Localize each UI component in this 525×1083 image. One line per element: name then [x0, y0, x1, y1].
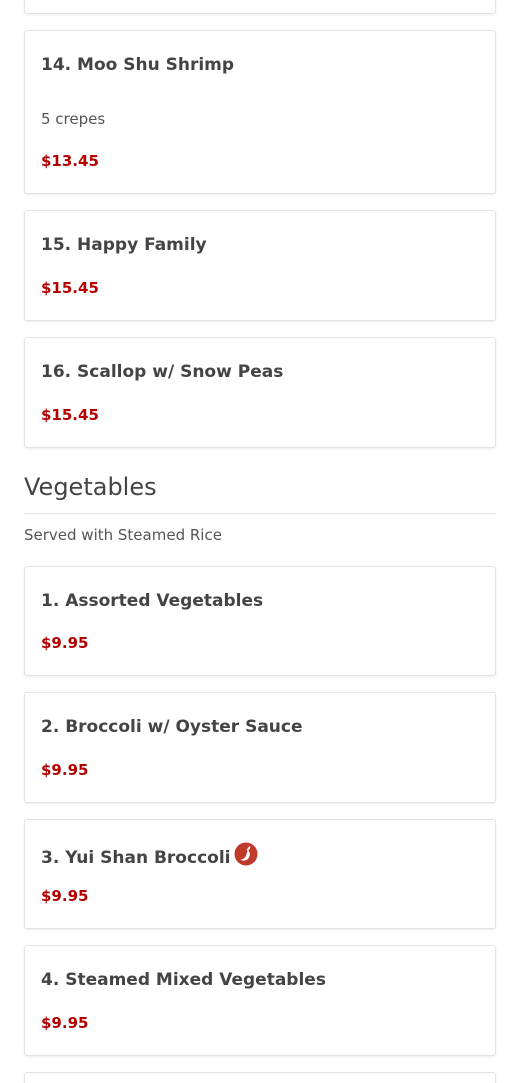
menu-item-price: $9.95: [41, 1014, 89, 1032]
menu-item-card-partial[interactable]: [24, 1072, 496, 1083]
menu-item-price: $15.45: [41, 279, 99, 297]
menu-item-price: $13.45: [41, 152, 99, 170]
section-subtitle: Served with Steamed Rice: [24, 526, 222, 544]
menu-item-card[interactable]: 15. Happy Family $15.45: [24, 210, 496, 321]
menu-item-name: 2. Broccoli w/ Oyster Sauce: [41, 717, 303, 737]
section-title-vegetables: Vegetables: [24, 473, 157, 501]
menu-item-description: 5 crepes: [41, 110, 106, 128]
section-divider: [24, 513, 496, 514]
menu-item-name: 1. Assorted Vegetables: [41, 591, 264, 611]
menu-item-card[interactable]: 2. Broccoli w/ Oyster Sauce $9.95: [24, 692, 496, 803]
menu-page: 14. Moo Shu Shrimp 5 crepes $13.45 15. H…: [0, 0, 525, 1083]
spicy-pepper-icon: [234, 842, 258, 866]
menu-item-name: 15. Happy Family: [41, 235, 207, 255]
menu-item-name: 16. Scallop w/ Snow Peas: [41, 362, 284, 382]
menu-item-name: 3. Yui Shan Broccoli: [41, 848, 231, 868]
menu-item-name: 4. Steamed Mixed Vegetables: [41, 970, 326, 990]
menu-item-name: 14. Moo Shu Shrimp: [41, 55, 235, 75]
menu-item-card[interactable]: 14. Moo Shu Shrimp 5 crepes $13.45: [24, 30, 496, 194]
menu-item-price: $9.95: [41, 887, 89, 905]
menu-item-price: $15.45: [41, 406, 99, 424]
menu-item-price: $9.95: [41, 634, 89, 652]
menu-item-price: $9.95: [41, 761, 89, 779]
menu-item-card[interactable]: 3. Yui Shan Broccoli $9.95: [24, 819, 496, 929]
menu-item-card[interactable]: 4. Steamed Mixed Vegetables $9.95: [24, 945, 496, 1056]
menu-item-name-row: 3. Yui Shan Broccoli: [41, 842, 258, 868]
menu-item-card-partial[interactable]: [24, 0, 496, 14]
menu-item-card[interactable]: 16. Scallop w/ Snow Peas $15.45: [24, 337, 496, 448]
menu-item-card[interactable]: 1. Assorted Vegetables $9.95: [24, 566, 496, 676]
